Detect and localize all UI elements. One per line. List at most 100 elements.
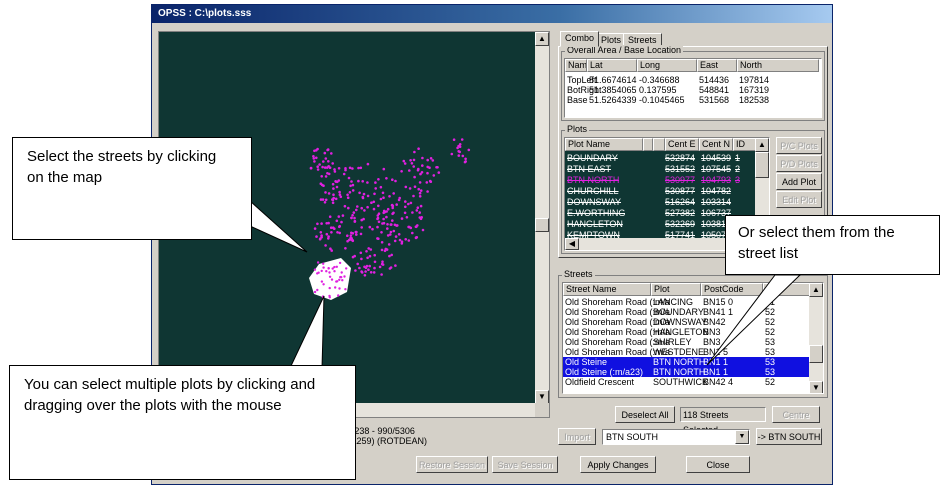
plot-point[interactable] — [351, 189, 355, 192]
plot-point[interactable] — [431, 159, 435, 162]
plot-point[interactable] — [351, 214, 354, 217]
plot-point[interactable] — [359, 251, 363, 255]
plot-point[interactable] — [373, 253, 376, 257]
plot-point[interactable] — [393, 239, 397, 243]
plot-point[interactable] — [312, 155, 315, 158]
plot-point[interactable] — [460, 138, 464, 141]
plot-point[interactable] — [404, 238, 407, 241]
plot-point[interactable] — [331, 201, 335, 205]
plot-row-cell[interactable]: BTN NORTH — [567, 175, 619, 185]
plot-point[interactable] — [338, 193, 342, 196]
plot-point[interactable] — [315, 235, 318, 238]
plot-point[interactable] — [350, 231, 353, 235]
plot-point[interactable] — [363, 209, 366, 212]
plot-point[interactable] — [325, 232, 329, 236]
plot-point[interactable] — [351, 183, 355, 187]
plot-point[interactable] — [409, 159, 412, 162]
plot-point[interactable] — [374, 187, 377, 190]
plot-point[interactable] — [370, 201, 373, 204]
plot-point[interactable] — [381, 222, 384, 225]
selected-plot-point[interactable] — [316, 272, 319, 275]
plot-point[interactable] — [344, 247, 347, 250]
plot-point[interactable] — [436, 166, 439, 169]
plot-point[interactable] — [347, 206, 350, 210]
plot-point[interactable] — [417, 187, 421, 191]
plot-point[interactable] — [452, 138, 456, 141]
plot-point[interactable] — [386, 207, 390, 211]
plot-point[interactable] — [327, 160, 330, 163]
plot-point[interactable] — [395, 203, 398, 206]
plot-point[interactable] — [391, 178, 394, 181]
plot-point[interactable] — [346, 196, 350, 199]
street-row-cell[interactable]: HANGLETON — [653, 327, 709, 337]
plot-point[interactable] — [457, 144, 460, 148]
plot-point[interactable] — [369, 271, 373, 274]
selected-plot-point[interactable] — [322, 283, 325, 286]
plot-row-cell[interactable]: 1 — [735, 153, 740, 163]
plot-point[interactable] — [358, 191, 361, 195]
plot-point[interactable] — [391, 206, 394, 210]
plot-point[interactable] — [322, 160, 325, 163]
plot-select-dropdown[interactable]: BTN SOUTH ▼ — [602, 429, 750, 445]
plot-point[interactable] — [360, 206, 363, 210]
plot-point[interactable] — [374, 181, 377, 184]
tab-combo[interactable]: Combo — [560, 31, 600, 47]
plot-point[interactable] — [340, 220, 343, 224]
selected-plot-point[interactable] — [341, 279, 344, 282]
selected-plot-point[interactable] — [338, 278, 341, 281]
plot-point[interactable] — [414, 225, 418, 228]
selected-plot-point[interactable] — [325, 270, 328, 273]
add-plot-button[interactable]: Add Plot — [776, 173, 822, 190]
plot-point[interactable] — [403, 211, 407, 215]
plot-point[interactable] — [372, 271, 376, 274]
plot-point[interactable] — [411, 211, 414, 214]
plot-point[interactable] — [359, 232, 363, 236]
plot-point[interactable] — [389, 266, 393, 269]
selected-plot-point[interactable] — [316, 261, 320, 264]
selected-plot-point[interactable] — [337, 294, 340, 297]
plot-point[interactable] — [421, 156, 424, 160]
plot-point[interactable] — [394, 264, 397, 267]
plot-point[interactable] — [353, 216, 356, 220]
plot-row-cell[interactable]: DOWNSWAY — [567, 197, 621, 207]
plot-point[interactable] — [461, 154, 465, 158]
plot-point[interactable] — [373, 260, 377, 264]
chevron-down-icon[interactable]: ▼ — [735, 430, 749, 444]
plot-point[interactable] — [413, 175, 416, 179]
map-vertical-scrollbar[interactable]: ▲ ▼ — [535, 32, 549, 404]
plot-row-cell[interactable]: 532874 — [665, 153, 695, 163]
column-header[interactable]: Plot Name — [565, 138, 643, 151]
plot-point[interactable] — [352, 211, 356, 214]
plot-point[interactable] — [328, 215, 332, 218]
street-row-cell[interactable]: SOUTHWICK — [653, 377, 708, 387]
plot-point[interactable] — [408, 169, 411, 172]
close-button[interactable]: Close — [686, 456, 750, 473]
plot-point[interactable] — [357, 166, 360, 170]
selected-plot-point[interactable] — [316, 288, 319, 292]
plot-point[interactable] — [420, 171, 424, 174]
plot-point[interactable] — [351, 167, 354, 170]
plot-point[interactable] — [408, 187, 412, 190]
street-row-cell[interactable]: 53 — [765, 347, 775, 357]
plot-point[interactable] — [351, 238, 354, 242]
plot-point[interactable] — [365, 250, 368, 253]
plot-point[interactable] — [457, 150, 461, 153]
plot-point[interactable] — [411, 231, 414, 235]
plot-point[interactable] — [417, 167, 420, 171]
plot-point[interactable] — [335, 185, 339, 189]
plot-point[interactable] — [463, 160, 467, 164]
plot-point[interactable] — [419, 204, 423, 208]
plot-row-cell[interactable]: 104782 — [701, 186, 731, 196]
plot-point[interactable] — [412, 194, 415, 198]
plot-point[interactable] — [313, 160, 316, 163]
plot-point[interactable] — [373, 266, 376, 270]
plot-point[interactable] — [324, 191, 327, 194]
plot-point[interactable] — [354, 230, 358, 234]
plot-point[interactable] — [378, 265, 382, 269]
plot-point[interactable] — [372, 207, 376, 211]
plot-point[interactable] — [333, 227, 336, 230]
plot-point[interactable] — [389, 230, 393, 234]
column-header[interactable] — [763, 283, 811, 296]
street-row-cell[interactable]: BN15 0 — [703, 297, 733, 307]
plot-point[interactable] — [392, 229, 396, 233]
